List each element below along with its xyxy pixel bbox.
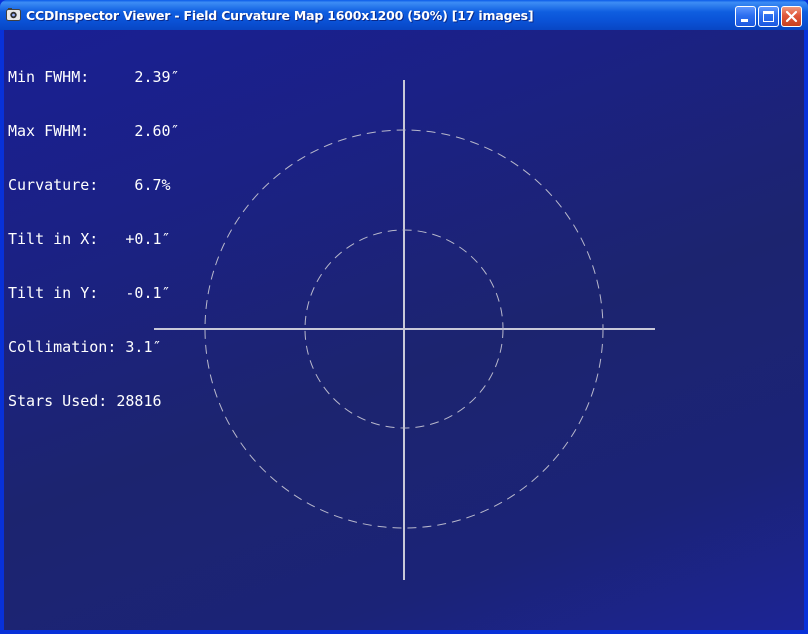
stat-curvature: Curvature: 6.7%	[8, 176, 171, 194]
window-title: CCDInspector Viewer - Field Curvature Ma…	[26, 8, 534, 23]
stat-min-fwhm: Min FWHM: 2.39″	[8, 68, 180, 86]
stat-collimation: Collimation: 3.1″	[8, 338, 162, 356]
stat-max-fwhm: Max FWHM: 2.60″	[8, 122, 180, 140]
window-frame-right[interactable]	[804, 30, 808, 634]
maximize-icon	[763, 11, 774, 22]
minimize-icon	[741, 19, 748, 22]
field-curvature-map-view[interactable]: Min FWHM: 2.39″ Max FWHM: 2.60″ Curvatur…	[4, 30, 804, 630]
stat-stars-used: Stars Used: 28816	[8, 392, 162, 410]
close-button[interactable]	[781, 6, 802, 27]
ccdinspector-window: CCDInspector Viewer - Field Curvature Ma…	[0, 0, 808, 634]
window-frame-bottom[interactable]	[0, 630, 808, 634]
title-bar[interactable]: CCDInspector Viewer - Field Curvature Ma…	[0, 0, 808, 30]
ccdinspector-app-icon[interactable]	[6, 8, 21, 21]
stat-tilt-y: Tilt in Y: -0.1″	[8, 284, 171, 302]
statistics-panel: Min FWHM: 2.39″ Max FWHM: 2.60″ Curvatur…	[8, 32, 180, 446]
close-icon	[785, 10, 798, 23]
stat-tilt-x: Tilt in X: +0.1″	[8, 230, 171, 248]
maximize-button[interactable]	[758, 6, 779, 27]
window-frame-left[interactable]	[0, 30, 4, 634]
minimize-button[interactable]	[735, 6, 756, 27]
